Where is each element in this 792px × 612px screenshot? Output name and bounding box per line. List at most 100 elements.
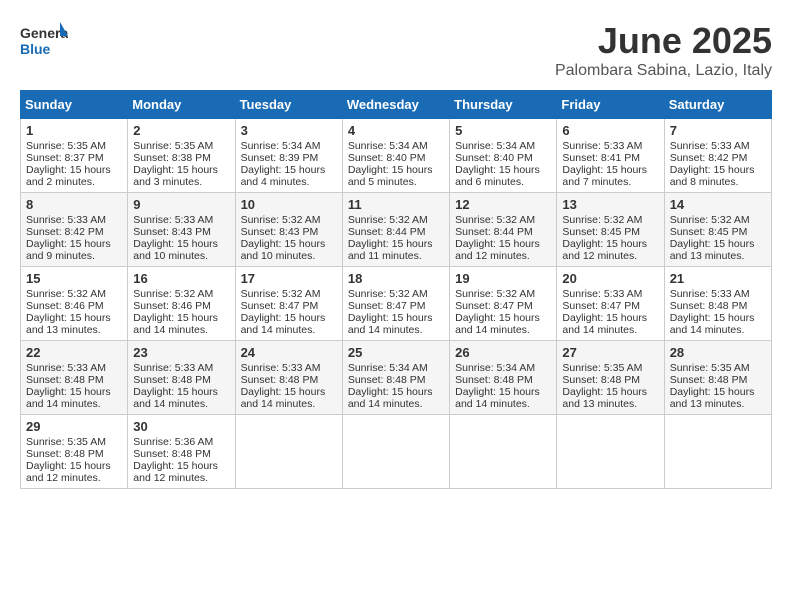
day-number: 15 [26, 271, 122, 286]
sunset-label: Sunset: 8:48 PM [241, 374, 319, 386]
day-number: 10 [241, 197, 337, 212]
day-number: 30 [133, 419, 229, 434]
sunset-label: Sunset: 8:42 PM [26, 226, 104, 238]
table-row: 5 Sunrise: 5:34 AM Sunset: 8:40 PM Dayli… [450, 119, 557, 193]
daylight-label: Daylight: 15 hours and 14 minutes. [455, 312, 540, 336]
day-number: 23 [133, 345, 229, 360]
sunset-label: Sunset: 8:48 PM [26, 374, 104, 386]
daylight-label: Daylight: 15 hours and 3 minutes. [133, 164, 218, 188]
sunrise-label: Sunrise: 5:35 AM [26, 436, 106, 448]
daylight-label: Daylight: 15 hours and 13 minutes. [670, 238, 755, 262]
daylight-label: Daylight: 15 hours and 14 minutes. [133, 386, 218, 410]
daylight-label: Daylight: 15 hours and 14 minutes. [562, 312, 647, 336]
sunrise-label: Sunrise: 5:34 AM [455, 362, 535, 374]
sunrise-label: Sunrise: 5:32 AM [26, 288, 106, 300]
sunrise-label: Sunrise: 5:35 AM [562, 362, 642, 374]
calendar-week-row: 1 Sunrise: 5:35 AM Sunset: 8:37 PM Dayli… [21, 119, 772, 193]
sunset-label: Sunset: 8:48 PM [670, 374, 748, 386]
daylight-label: Daylight: 15 hours and 11 minutes. [348, 238, 433, 262]
table-row: 28 Sunrise: 5:35 AM Sunset: 8:48 PM Dayl… [664, 341, 771, 415]
daylight-label: Daylight: 15 hours and 13 minutes. [562, 386, 647, 410]
sunrise-label: Sunrise: 5:33 AM [26, 214, 106, 226]
sunset-label: Sunset: 8:46 PM [26, 300, 104, 312]
svg-text:Blue: Blue [20, 41, 51, 57]
daylight-label: Daylight: 15 hours and 6 minutes. [455, 164, 540, 188]
table-row: 23 Sunrise: 5:33 AM Sunset: 8:48 PM Dayl… [128, 341, 235, 415]
calendar-title: June 2025 [555, 20, 772, 62]
daylight-label: Daylight: 15 hours and 12 minutes. [562, 238, 647, 262]
sunset-label: Sunset: 8:43 PM [241, 226, 319, 238]
daylight-label: Daylight: 15 hours and 5 minutes. [348, 164, 433, 188]
sunset-label: Sunset: 8:41 PM [562, 152, 640, 164]
sunrise-label: Sunrise: 5:34 AM [455, 140, 535, 152]
sunrise-label: Sunrise: 5:35 AM [670, 362, 750, 374]
sunrise-label: Sunrise: 5:34 AM [241, 140, 321, 152]
day-number: 29 [26, 419, 122, 434]
table-row: 19 Sunrise: 5:32 AM Sunset: 8:47 PM Dayl… [450, 267, 557, 341]
sunrise-label: Sunrise: 5:32 AM [241, 214, 321, 226]
day-number: 7 [670, 123, 766, 138]
daylight-label: Daylight: 15 hours and 12 minutes. [133, 460, 218, 484]
sunset-label: Sunset: 8:48 PM [455, 374, 533, 386]
table-row: 25 Sunrise: 5:34 AM Sunset: 8:48 PM Dayl… [342, 341, 449, 415]
daylight-label: Daylight: 15 hours and 10 minutes. [241, 238, 326, 262]
sunrise-label: Sunrise: 5:32 AM [348, 214, 428, 226]
sunset-label: Sunset: 8:48 PM [670, 300, 748, 312]
daylight-label: Daylight: 15 hours and 13 minutes. [670, 386, 755, 410]
table-row: 9 Sunrise: 5:33 AM Sunset: 8:43 PM Dayli… [128, 193, 235, 267]
sunrise-label: Sunrise: 5:35 AM [133, 140, 213, 152]
sunset-label: Sunset: 8:48 PM [348, 374, 426, 386]
header-tuesday: Tuesday [235, 91, 342, 119]
table-row [235, 415, 342, 489]
table-row [342, 415, 449, 489]
daylight-label: Daylight: 15 hours and 14 minutes. [455, 386, 540, 410]
calendar-week-row: 15 Sunrise: 5:32 AM Sunset: 8:46 PM Dayl… [21, 267, 772, 341]
table-row: 3 Sunrise: 5:34 AM Sunset: 8:39 PM Dayli… [235, 119, 342, 193]
daylight-label: Daylight: 15 hours and 2 minutes. [26, 164, 111, 188]
day-number: 28 [670, 345, 766, 360]
day-number: 3 [241, 123, 337, 138]
table-row: 12 Sunrise: 5:32 AM Sunset: 8:44 PM Dayl… [450, 193, 557, 267]
daylight-label: Daylight: 15 hours and 14 minutes. [241, 312, 326, 336]
day-number: 27 [562, 345, 658, 360]
table-row: 11 Sunrise: 5:32 AM Sunset: 8:44 PM Dayl… [342, 193, 449, 267]
day-number: 9 [133, 197, 229, 212]
day-number: 8 [26, 197, 122, 212]
day-number: 16 [133, 271, 229, 286]
day-number: 4 [348, 123, 444, 138]
day-number: 14 [670, 197, 766, 212]
sunrise-label: Sunrise: 5:33 AM [133, 362, 213, 374]
daylight-label: Daylight: 15 hours and 10 minutes. [133, 238, 218, 262]
sunset-label: Sunset: 8:44 PM [455, 226, 533, 238]
daylight-label: Daylight: 15 hours and 13 minutes. [26, 312, 111, 336]
table-row: 24 Sunrise: 5:33 AM Sunset: 8:48 PM Dayl… [235, 341, 342, 415]
sunrise-label: Sunrise: 5:34 AM [348, 362, 428, 374]
logo: General Blue [20, 20, 68, 64]
day-number: 13 [562, 197, 658, 212]
day-number: 18 [348, 271, 444, 286]
daylight-label: Daylight: 15 hours and 7 minutes. [562, 164, 647, 188]
sunset-label: Sunset: 8:48 PM [133, 448, 211, 460]
day-number: 19 [455, 271, 551, 286]
sunrise-label: Sunrise: 5:32 AM [241, 288, 321, 300]
sunrise-label: Sunrise: 5:32 AM [670, 214, 750, 226]
day-number: 25 [348, 345, 444, 360]
sunrise-label: Sunrise: 5:32 AM [455, 214, 535, 226]
logo-svg: General Blue [20, 20, 68, 64]
sunset-label: Sunset: 8:47 PM [455, 300, 533, 312]
sunrise-label: Sunrise: 5:33 AM [670, 288, 750, 300]
day-number: 26 [455, 345, 551, 360]
sunrise-label: Sunrise: 5:33 AM [670, 140, 750, 152]
day-number: 22 [26, 345, 122, 360]
sunset-label: Sunset: 8:48 PM [26, 448, 104, 460]
sunrise-label: Sunrise: 5:32 AM [133, 288, 213, 300]
title-section: June 2025 Palombara Sabina, Lazio, Italy [555, 20, 772, 80]
table-row: 27 Sunrise: 5:35 AM Sunset: 8:48 PM Dayl… [557, 341, 664, 415]
table-row: 15 Sunrise: 5:32 AM Sunset: 8:46 PM Dayl… [21, 267, 128, 341]
daylight-label: Daylight: 15 hours and 4 minutes. [241, 164, 326, 188]
sunset-label: Sunset: 8:43 PM [133, 226, 211, 238]
table-row: 13 Sunrise: 5:32 AM Sunset: 8:45 PM Dayl… [557, 193, 664, 267]
sunset-label: Sunset: 8:40 PM [348, 152, 426, 164]
daylight-label: Daylight: 15 hours and 14 minutes. [241, 386, 326, 410]
daylight-label: Daylight: 15 hours and 14 minutes. [670, 312, 755, 336]
